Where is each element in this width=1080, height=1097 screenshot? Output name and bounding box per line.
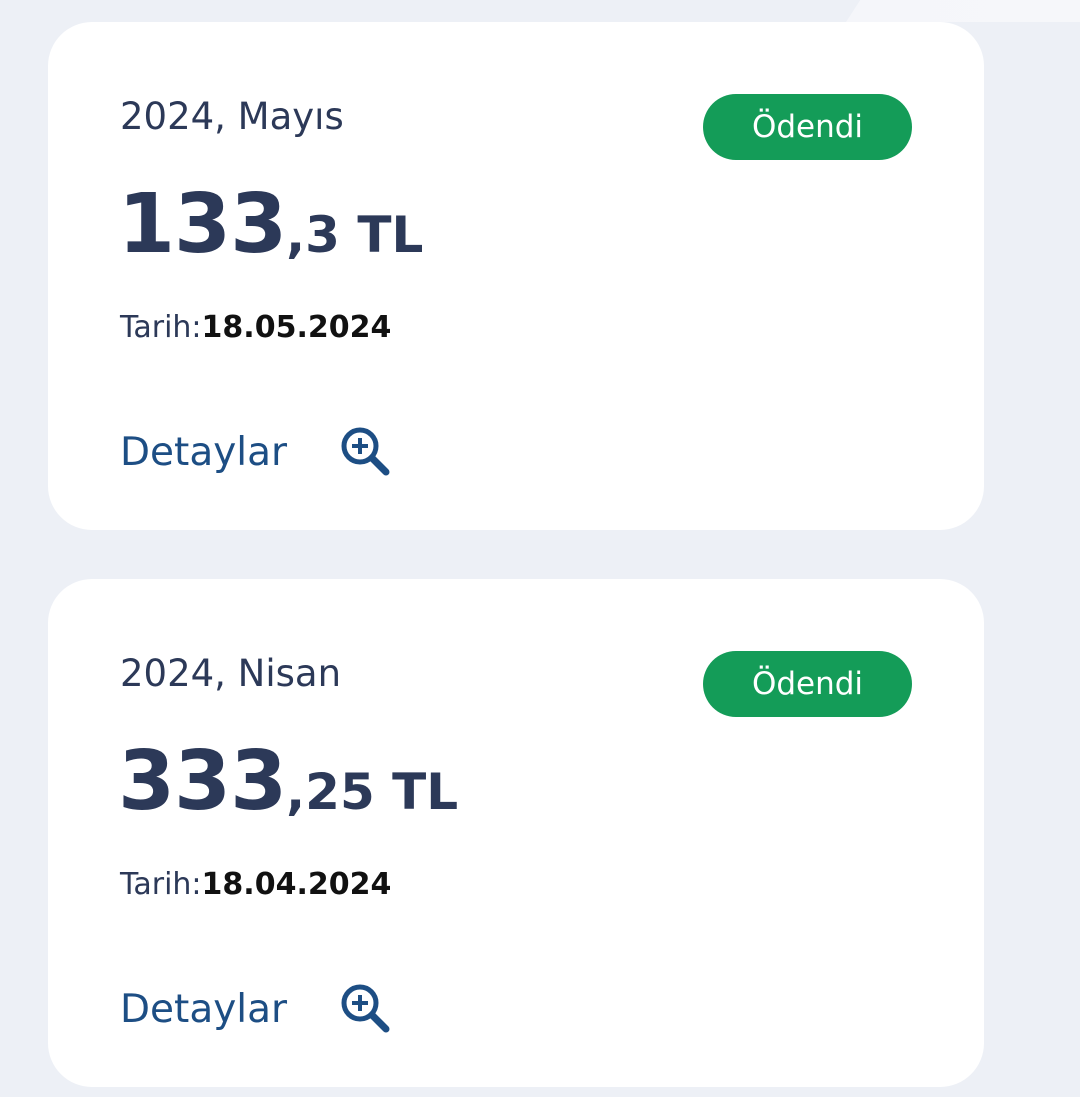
details-row: Detaylar (120, 982, 393, 1036)
payment-card: 2024, Nisan Ödendi 333,25 TL Tarih:18.04… (48, 579, 984, 1087)
payment-date: Tarih:18.05.2024 (120, 313, 391, 343)
date-label: Tarih: (120, 310, 202, 345)
background-decoration (560, 0, 1080, 22)
amount-currency: TL (339, 206, 424, 264)
payment-amount: 333,25 TL (118, 741, 458, 823)
zoom-in-icon[interactable] (339, 425, 393, 479)
status-badge: Ödendi (703, 94, 912, 160)
details-link[interactable]: Detaylar (120, 990, 287, 1029)
payment-period: 2024, Mayıs (120, 95, 344, 138)
amount-integer: 333 (118, 734, 287, 829)
date-label: Tarih: (120, 867, 202, 902)
amount-decimal: ,25 (286, 763, 375, 821)
date-value: 18.05.2024 (201, 310, 392, 345)
amount-currency: TL (374, 763, 459, 821)
zoom-in-icon[interactable] (339, 982, 393, 1036)
payment-date: Tarih:18.04.2024 (120, 870, 391, 900)
amount-decimal: ,3 (286, 206, 340, 264)
amount-integer: 133 (118, 177, 287, 272)
payment-amount: 133,3 TL (118, 184, 423, 266)
payment-card: 2024, Mayıs Ödendi 133,3 TL Tarih:18.05.… (48, 22, 984, 530)
details-row: Detaylar (120, 425, 393, 479)
details-link[interactable]: Detaylar (120, 433, 287, 472)
date-value: 18.04.2024 (201, 867, 392, 902)
payment-period: 2024, Nisan (120, 652, 342, 695)
status-badge: Ödendi (703, 651, 912, 717)
